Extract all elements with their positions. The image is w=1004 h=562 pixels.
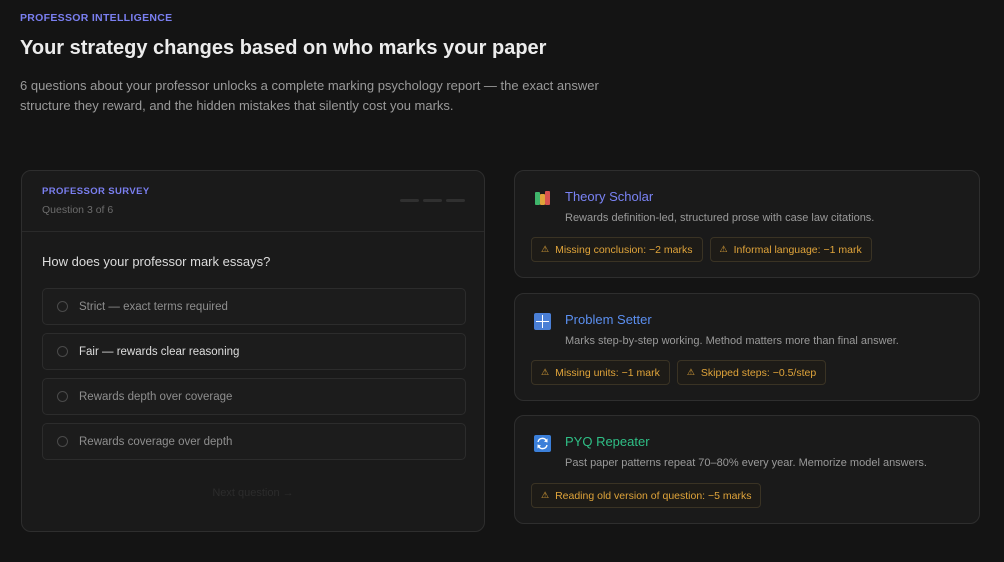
warning-chips: ⚠ Missing units: −1 mark ⚠ Skipped steps: …: [531, 360, 827, 385]
books-icon: [534, 190, 551, 207]
type-description: Past paper patterns repeat 70–80% every …: [565, 457, 927, 469]
survey-card: PROFESSOR SURVEY Question 3 of 6 How doe…: [21, 170, 485, 532]
survey-label: PROFESSOR SURVEY: [42, 186, 150, 197]
warning-text: Missing units: −1 mark: [555, 366, 660, 379]
warning-text: Skipped steps: −0.5/step: [700, 366, 817, 379]
type-title: Theory Scholar: [565, 189, 654, 204]
radio-button[interactable]: [57, 301, 68, 312]
type-title: PYQ Repeater: [565, 434, 650, 449]
page-lead: 6 questions about your professor unlocks…: [20, 78, 599, 113]
warning-chips: ⚠ Reading old version of question: −5 mar…: [531, 483, 762, 508]
radio-button[interactable]: [57, 346, 68, 357]
numbers-icon: [534, 313, 551, 330]
warning-chips: ⚠ Missing conclusion: −2 marks ⚠ Informal …: [531, 237, 872, 262]
answer-option[interactable]: Fair — rewards clear reasoning: [42, 333, 466, 370]
eyebrow-label: PROFESSOR INTELLIGENCE: [20, 12, 173, 24]
type-description: Rewards definition-led, structured prose…: [565, 212, 875, 224]
answer-option-label: Rewards coverage over depth: [79, 435, 233, 448]
progress-segment: [423, 199, 442, 202]
warning-text: Missing conclusion: −2 marks: [555, 243, 693, 256]
survey-step: Question 3 of 6: [42, 204, 114, 216]
answer-option[interactable]: Strict — exact terms required: [42, 288, 466, 325]
answer-option[interactable]: Rewards depth over coverage: [42, 378, 466, 415]
warning-chip: ⚠ Reading old version of question: −5 mar…: [531, 483, 762, 508]
progress-segment: [400, 199, 419, 202]
answer-option-label: Strict — exact terms required: [79, 300, 228, 313]
type-title: Problem Setter: [565, 312, 652, 327]
answer-options: Strict — exact terms required Fair — rew…: [42, 288, 466, 468]
warning-icon: ⚠: [541, 367, 550, 377]
warning-icon: ⚠: [541, 490, 550, 500]
survey-question: How does your professor mark essays?: [42, 254, 271, 269]
survey-header: PROFESSOR SURVEY Question 3 of 6: [22, 171, 484, 232]
warning-chip: ⚠ Skipped steps: −0.5/step: [676, 360, 827, 385]
progress-segment: [446, 199, 465, 202]
radio-button[interactable]: [57, 391, 68, 402]
next-question-button[interactable]: Next question →: [22, 487, 484, 499]
answer-option-label: Rewards depth over coverage: [79, 390, 233, 403]
page-title: Your strategy changes based on who marks…: [20, 37, 547, 59]
warning-chip: ⚠ Informal language: −1 mark: [709, 237, 872, 262]
type-card-theory-scholar: Theory Scholar Rewards definition-led, s…: [514, 170, 980, 278]
warning-icon: ⚠: [686, 367, 695, 377]
progress-indicator: [400, 199, 465, 202]
type-card-problem-setter: Problem Setter Marks step-by-step workin…: [514, 293, 980, 401]
warning-text: Reading old version of question: −5 mark…: [555, 489, 752, 502]
type-card-pyq-repeater: PYQ Repeater Past paper patterns repeat …: [514, 415, 980, 524]
type-description: Marks step-by-step working. Method matte…: [565, 335, 899, 347]
repeat-icon: [534, 435, 551, 452]
warning-chip: ⚠ Missing units: −1 mark: [531, 360, 670, 385]
warning-chip: ⚠ Missing conclusion: −2 marks: [531, 237, 703, 262]
radio-button[interactable]: [57, 436, 68, 447]
warning-icon: ⚠: [719, 244, 728, 254]
answer-option[interactable]: Rewards coverage over depth: [42, 423, 466, 460]
warning-text: Informal language: −1 mark: [733, 243, 862, 256]
warning-icon: ⚠: [541, 244, 550, 254]
answer-option-label: Fair — rewards clear reasoning: [79, 345, 240, 358]
